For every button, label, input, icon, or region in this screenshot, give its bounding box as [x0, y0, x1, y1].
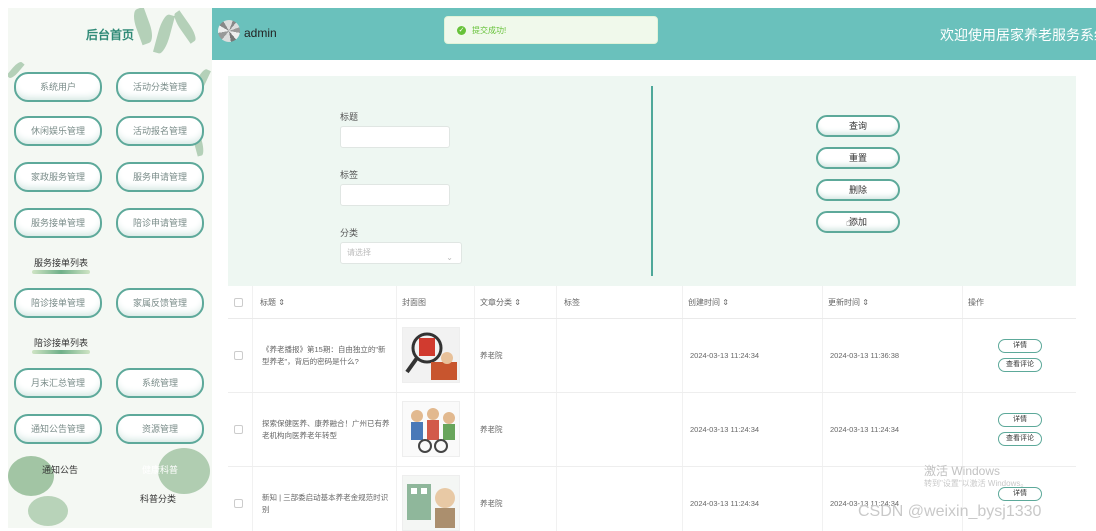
title-input[interactable]	[340, 126, 450, 148]
row-checkbox[interactable]	[234, 499, 243, 508]
category-label: 分类	[340, 228, 359, 238]
sidebar: 后台首页 系统用户 活动分类管理 休闲娱乐管理 活动报名管理 家政服务管理 服务…	[8, 8, 212, 528]
cover-image	[402, 327, 460, 383]
row-checkbox[interactable]	[234, 425, 243, 434]
menu-housekeeping[interactable]: 家政服务管理	[14, 162, 102, 192]
submenu-health-science[interactable]: 健康科普	[142, 463, 178, 476]
welcome-text: 欢迎使用居家养老服务系统	[940, 27, 1096, 43]
select-all-checkbox[interactable]	[234, 298, 243, 307]
activate-windows-hint: 转到"设置"以激活 Windows。	[924, 479, 1029, 488]
submenu-underline	[32, 270, 90, 274]
row-title[interactable]: 探索保健医养、康养融合！广州已有养老机构向医养老年转型	[262, 418, 390, 442]
row-category: 养老院	[480, 499, 503, 508]
leaf-decoration	[171, 10, 199, 44]
avatar[interactable]	[218, 20, 240, 42]
menu-service-apply[interactable]: 服务申请管理	[116, 162, 204, 192]
table-row: 《养老播报》第15期：自由独立的"新型养老"，背后的密码是什么? 养老院 202…	[228, 319, 1076, 393]
tag-label: 标签	[340, 170, 359, 180]
toast-message: 提交成功!	[472, 26, 507, 35]
tag-input[interactable]	[340, 184, 450, 206]
add-button[interactable]: 添加	[816, 211, 900, 233]
category-select[interactable]: 请选择 ⌄	[340, 242, 462, 264]
submenu-underline	[32, 350, 90, 354]
lotus-pad-decoration	[8, 456, 54, 496]
table-row: 探索保健医养、康养融合！广州已有养老机构向医养老年转型 养老院 2024-03-…	[228, 393, 1076, 467]
username: admin	[244, 26, 277, 40]
detail-button[interactable]: 详情	[998, 339, 1042, 353]
menu-service-orders[interactable]: 服务接单管理	[14, 208, 102, 238]
row-checkbox[interactable]	[234, 351, 243, 360]
detail-button[interactable]: 详情	[998, 487, 1042, 501]
chevron-down-icon: ⌄	[446, 253, 453, 262]
delete-button[interactable]: 删除	[816, 179, 900, 201]
reset-button[interactable]: 重置	[816, 147, 900, 169]
category-placeholder: 请选择	[347, 248, 371, 257]
csdn-watermark: CSDN @weixin_bysj1330	[858, 503, 1042, 520]
leaf-decoration	[130, 8, 156, 46]
header-category[interactable]: 文章分类 ⇕	[480, 297, 521, 308]
success-toast: ✓ 提交成功!	[444, 16, 658, 44]
menu-activity-signup[interactable]: 活动报名管理	[116, 116, 204, 146]
menu-leisure[interactable]: 休闲娱乐管理	[14, 116, 102, 146]
detail-button[interactable]: 详情	[998, 413, 1042, 427]
menu-family-feedback[interactable]: 家属反馈管理	[116, 288, 204, 318]
menu-escort-orders[interactable]: 陪诊接单管理	[14, 288, 102, 318]
menu-monthly-summary[interactable]: 月末汇总管理	[14, 368, 102, 398]
submenu-notice[interactable]: 通知公告	[42, 463, 78, 476]
title-label: 标题	[340, 112, 359, 122]
view-comments-button[interactable]: 查看评论	[998, 358, 1042, 372]
submenu-science-category[interactable]: 科普分类	[140, 492, 176, 505]
app-root: 后台首页 系统用户 活动分类管理 休闲娱乐管理 活动报名管理 家政服务管理 服务…	[0, 0, 1096, 531]
menu-system-management[interactable]: 系统管理	[116, 368, 204, 398]
table-header: 标题 ⇕ 封面图 文章分类 ⇕ 标签 创建时间 ⇕ 更新时间 ⇕ 操作	[228, 286, 1076, 319]
articles-table: 标题 ⇕ 封面图 文章分类 ⇕ 标签 创建时间 ⇕ 更新时间 ⇕ 操作 《养老播…	[228, 286, 1076, 531]
row-updated: 2024-03-13 11:24:34	[830, 425, 900, 434]
lotus-pad-decoration	[28, 496, 68, 526]
menu-resources[interactable]: 资源管理	[116, 414, 204, 444]
query-button[interactable]: 查询	[816, 115, 900, 137]
row-title[interactable]: 新知 | 三部委启动基本养老金规范时识别	[262, 492, 390, 516]
sidebar-home-title[interactable]: 后台首页	[86, 26, 134, 43]
view-comments-button[interactable]: 查看评论	[998, 432, 1042, 446]
submenu-escort-order-list[interactable]: 陪诊接单列表	[34, 336, 88, 349]
header-created[interactable]: 创建时间 ⇕	[688, 297, 729, 308]
header-updated[interactable]: 更新时间 ⇕	[828, 297, 869, 308]
leaf-decoration	[153, 13, 175, 55]
cover-image	[402, 475, 460, 531]
header-actions: 操作	[968, 298, 984, 307]
menu-escort-apply[interactable]: 陪诊申请管理	[116, 208, 204, 238]
menu-activity-category[interactable]: 活动分类管理	[116, 72, 204, 102]
submenu-service-order-list[interactable]: 服务接单列表	[34, 256, 88, 269]
row-category: 养老院	[480, 351, 503, 360]
cover-image	[402, 401, 460, 457]
hand-cursor-icon: ☝	[846, 217, 853, 229]
menu-announcements[interactable]: 通知公告管理	[14, 414, 102, 444]
header-title[interactable]: 标题 ⇕	[260, 297, 285, 308]
header-tag: 标签	[564, 298, 580, 307]
menu-system-users[interactable]: 系统用户	[14, 72, 102, 102]
row-title[interactable]: 《养老播报》第15期：自由独立的"新型养老"，背后的密码是什么?	[262, 344, 390, 368]
header-cover: 封面图	[402, 298, 426, 307]
row-created: 2024-03-13 11:24:34	[690, 425, 760, 434]
row-updated: 2024-03-13 11:36:38	[830, 351, 900, 360]
row-category: 养老院	[480, 425, 503, 434]
search-divider	[651, 86, 653, 276]
success-check-icon: ✓	[457, 26, 466, 35]
activate-windows-watermark: 激活 Windows	[924, 464, 1001, 478]
row-created: 2024-03-13 11:24:34	[690, 351, 760, 360]
row-created: 2024-03-13 11:24:34	[690, 499, 760, 508]
